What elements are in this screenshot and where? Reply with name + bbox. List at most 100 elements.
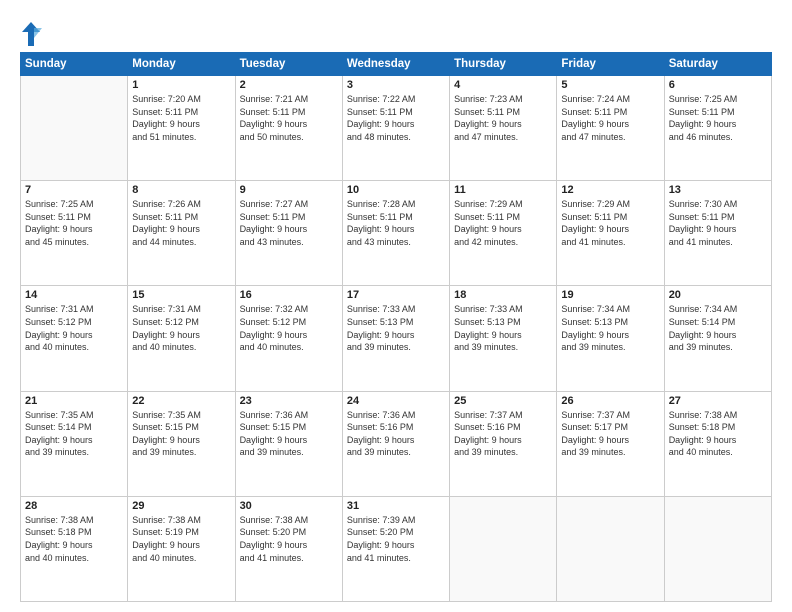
calendar-header-tuesday: Tuesday [235, 53, 342, 76]
cell-info: Sunrise: 7:21 AM Sunset: 5:11 PM Dayligh… [240, 93, 338, 143]
day-number: 1 [132, 79, 230, 91]
calendar-cell: 4Sunrise: 7:23 AM Sunset: 5:11 PM Daylig… [450, 76, 557, 181]
calendar-cell: 6 Sunrise: 7:25 AM Sunset: 5:11 PM Daylig… [664, 76, 771, 181]
day-number: 25 [454, 395, 552, 407]
cell-info: Sunrise: 7:35 AM Sunset: 5:15 PM Dayligh… [132, 409, 230, 459]
calendar-cell: 9 Sunrise: 7:27 AM Sunset: 5:11 PM Daylig… [235, 181, 342, 286]
cell-info: Sunrise: 7:30 AM Sunset: 5:11 PM Dayligh… [669, 198, 767, 248]
calendar-cell: 7Sunrise: 7:25 AM Sunset: 5:11 PM Daylig… [21, 181, 128, 286]
calendar-cell [21, 76, 128, 181]
calendar-cell: 24 Sunrise: 7:36 AM Sunset: 5:16 PM Dayli… [342, 391, 449, 496]
calendar-cell: 12 Sunrise: 7:29 AM Sunset: 5:11 PM Dayli… [557, 181, 664, 286]
calendar-cell: 19Sunrise: 7:34 AM Sunset: 5:13 PM Dayli… [557, 286, 664, 391]
day-number: 16 [240, 289, 338, 301]
cell-info: Sunrise: 7:24 AM Sunset: 5:11 PM Dayligh… [561, 93, 659, 143]
calendar-cell: 26Sunrise: 7:37 AM Sunset: 5:17 PM Dayli… [557, 391, 664, 496]
calendar-cell: 16 Sunrise: 7:32 AM Sunset: 5:12 PM Dayli… [235, 286, 342, 391]
day-number: 20 [669, 289, 767, 301]
logo-icon [20, 20, 42, 48]
day-number: 3 [347, 79, 445, 91]
calendar-header-sunday: Sunday [21, 53, 128, 76]
calendar-cell: 3 Sunrise: 7:22 AM Sunset: 5:11 PM Daylig… [342, 76, 449, 181]
day-number: 22 [132, 395, 230, 407]
cell-info: Sunrise: 7:38 AM Sunset: 5:19 PM Dayligh… [132, 514, 230, 564]
day-number: 27 [669, 395, 767, 407]
calendar-cell: 30 Sunrise: 7:38 AM Sunset: 5:20 PM Dayli… [235, 496, 342, 601]
cell-info: Sunrise: 7:32 AM Sunset: 5:12 PM Dayligh… [240, 303, 338, 353]
day-number: 28 [25, 500, 123, 512]
cell-info: Sunrise: 7:25 AM Sunset: 5:11 PM Dayligh… [25, 198, 123, 248]
day-number: 10 [347, 184, 445, 196]
day-number: 11 [454, 184, 552, 196]
cell-info: Sunrise: 7:26 AM Sunset: 5:11 PM Dayligh… [132, 198, 230, 248]
calendar-cell: 13 Sunrise: 7:30 AM Sunset: 5:11 PM Dayli… [664, 181, 771, 286]
cell-info: Sunrise: 7:22 AM Sunset: 5:11 PM Dayligh… [347, 93, 445, 143]
calendar-cell: 2 Sunrise: 7:21 AM Sunset: 5:11 PM Daylig… [235, 76, 342, 181]
cell-info: Sunrise: 7:31 AM Sunset: 5:12 PM Dayligh… [132, 303, 230, 353]
calendar-cell: 5 Sunrise: 7:24 AM Sunset: 5:11 PM Daylig… [557, 76, 664, 181]
day-number: 13 [669, 184, 767, 196]
calendar-cell: 21Sunrise: 7:35 AM Sunset: 5:14 PM Dayli… [21, 391, 128, 496]
calendar-cell: 14 Sunrise: 7:31 AM Sunset: 5:12 PM Dayli… [21, 286, 128, 391]
cell-info: Sunrise: 7:27 AM Sunset: 5:11 PM Dayligh… [240, 198, 338, 248]
calendar-cell: 17 Sunrise: 7:33 AM Sunset: 5:13 PM Dayli… [342, 286, 449, 391]
page: SundayMondayTuesdayWednesdayThursdayFrid… [0, 0, 792, 612]
calendar-header-friday: Friday [557, 53, 664, 76]
day-number: 12 [561, 184, 659, 196]
day-number: 8 [132, 184, 230, 196]
cell-info: Sunrise: 7:36 AM Sunset: 5:15 PM Dayligh… [240, 409, 338, 459]
day-number: 5 [561, 79, 659, 91]
day-number: 9 [240, 184, 338, 196]
day-number: 31 [347, 500, 445, 512]
day-number: 26 [561, 395, 659, 407]
calendar-header-row: SundayMondayTuesdayWednesdayThursdayFrid… [21, 53, 772, 76]
day-number: 30 [240, 500, 338, 512]
calendar-cell: 28 Sunrise: 7:38 AM Sunset: 5:18 PM Dayli… [21, 496, 128, 601]
cell-info: Sunrise: 7:37 AM Sunset: 5:16 PM Dayligh… [454, 409, 552, 459]
day-number: 15 [132, 289, 230, 301]
calendar-header-saturday: Saturday [664, 53, 771, 76]
calendar-week-row: 21Sunrise: 7:35 AM Sunset: 5:14 PM Dayli… [21, 391, 772, 496]
calendar-cell: 29Sunrise: 7:38 AM Sunset: 5:19 PM Dayli… [128, 496, 235, 601]
calendar-header-wednesday: Wednesday [342, 53, 449, 76]
logo [20, 20, 44, 48]
cell-info: Sunrise: 7:29 AM Sunset: 5:11 PM Dayligh… [561, 198, 659, 248]
cell-info: Sunrise: 7:38 AM Sunset: 5:18 PM Dayligh… [25, 514, 123, 564]
calendar-cell: 10 Sunrise: 7:28 AM Sunset: 5:11 PM Dayli… [342, 181, 449, 286]
calendar-cell: 25 Sunrise: 7:37 AM Sunset: 5:16 PM Dayli… [450, 391, 557, 496]
calendar-cell: 15 Sunrise: 7:31 AM Sunset: 5:12 PM Dayli… [128, 286, 235, 391]
cell-info: Sunrise: 7:33 AM Sunset: 5:13 PM Dayligh… [454, 303, 552, 353]
cell-info: Sunrise: 7:39 AM Sunset: 5:20 PM Dayligh… [347, 514, 445, 564]
calendar-cell: 23 Sunrise: 7:36 AM Sunset: 5:15 PM Dayli… [235, 391, 342, 496]
header [20, 16, 772, 48]
cell-info: Sunrise: 7:25 AM Sunset: 5:11 PM Dayligh… [669, 93, 767, 143]
day-number: 24 [347, 395, 445, 407]
calendar-cell: 1Sunrise: 7:20 AM Sunset: 5:11 PM Daylig… [128, 76, 235, 181]
cell-info: Sunrise: 7:36 AM Sunset: 5:16 PM Dayligh… [347, 409, 445, 459]
day-number: 21 [25, 395, 123, 407]
calendar-cell: 31 Sunrise: 7:39 AM Sunset: 5:20 PM Dayli… [342, 496, 449, 601]
cell-info: Sunrise: 7:34 AM Sunset: 5:14 PM Dayligh… [669, 303, 767, 353]
day-number: 14 [25, 289, 123, 301]
calendar-cell: 22 Sunrise: 7:35 AM Sunset: 5:15 PM Dayli… [128, 391, 235, 496]
calendar-cell: 20 Sunrise: 7:34 AM Sunset: 5:14 PM Dayli… [664, 286, 771, 391]
cell-info: Sunrise: 7:31 AM Sunset: 5:12 PM Dayligh… [25, 303, 123, 353]
cell-info: Sunrise: 7:28 AM Sunset: 5:11 PM Dayligh… [347, 198, 445, 248]
cell-info: Sunrise: 7:33 AM Sunset: 5:13 PM Dayligh… [347, 303, 445, 353]
calendar-table: SundayMondayTuesdayWednesdayThursdayFrid… [20, 52, 772, 602]
calendar-cell [664, 496, 771, 601]
day-number: 2 [240, 79, 338, 91]
calendar-week-row: 28 Sunrise: 7:38 AM Sunset: 5:18 PM Dayli… [21, 496, 772, 601]
calendar-cell [450, 496, 557, 601]
day-number: 17 [347, 289, 445, 301]
cell-info: Sunrise: 7:38 AM Sunset: 5:20 PM Dayligh… [240, 514, 338, 564]
calendar-week-row: 14 Sunrise: 7:31 AM Sunset: 5:12 PM Dayli… [21, 286, 772, 391]
cell-info: Sunrise: 7:34 AM Sunset: 5:13 PM Dayligh… [561, 303, 659, 353]
cell-info: Sunrise: 7:29 AM Sunset: 5:11 PM Dayligh… [454, 198, 552, 248]
cell-info: Sunrise: 7:23 AM Sunset: 5:11 PM Dayligh… [454, 93, 552, 143]
day-number: 18 [454, 289, 552, 301]
calendar-cell: 18 Sunrise: 7:33 AM Sunset: 5:13 PM Dayli… [450, 286, 557, 391]
day-number: 23 [240, 395, 338, 407]
day-number: 6 [669, 79, 767, 91]
cell-info: Sunrise: 7:38 AM Sunset: 5:18 PM Dayligh… [669, 409, 767, 459]
